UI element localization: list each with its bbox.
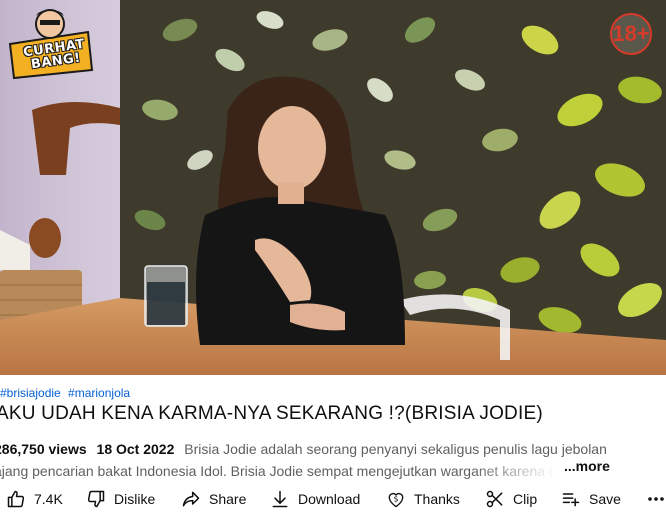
like-count: 7.4K	[34, 491, 63, 507]
vertical-dots-icon[interactable]	[646, 489, 664, 509]
channel-logo: CURHAT BANG!	[4, 4, 96, 82]
dollar-heart-icon: $	[388, 492, 404, 508]
hashtag-link[interactable]: #brisiajodie	[0, 386, 61, 400]
description-text: ajang pencarian bakat Indonesia Idol. Br…	[0, 463, 556, 479]
share-arrow-icon	[182, 491, 200, 507]
view-count: 286,750 views	[0, 441, 87, 457]
video-title: AKU UDAH KENA KARMA-NYA SEKARANG !?(BRIS…	[0, 403, 543, 424]
thumbs-down-icon	[87, 490, 105, 508]
save-label: Save	[589, 491, 621, 507]
share-label: Share	[209, 491, 247, 507]
download-button[interactable]: Download	[270, 486, 360, 512]
dislike-button[interactable]: Dislike	[86, 486, 155, 512]
hashtag-list: #brisiajodie #marionjola	[0, 386, 134, 400]
upload-date: 18 Oct 2022	[96, 441, 175, 457]
hashtag-link[interactable]: #marionjola	[68, 386, 130, 400]
age-rating-badge: 18+	[610, 13, 652, 55]
share-button[interactable]: Share	[181, 486, 246, 512]
video-frame	[0, 0, 666, 375]
svg-text:$: $	[394, 495, 399, 504]
show-more-button[interactable]: ...more	[560, 458, 610, 474]
clip-button[interactable]: Clip	[485, 486, 537, 512]
dislike-label: Dislike	[114, 491, 156, 507]
like-button[interactable]: 7.4K	[6, 486, 63, 512]
thumbs-up-icon	[7, 490, 25, 508]
playlist-add-icon	[562, 493, 580, 507]
thanks-button[interactable]: $ Thanks	[386, 486, 460, 512]
download-label: Download	[298, 491, 361, 507]
save-button[interactable]: Save	[561, 486, 621, 512]
download-icon	[272, 490, 288, 508]
thanks-label: Thanks	[414, 491, 460, 507]
clip-label: Clip	[513, 491, 538, 507]
description-text: Brisia Jodie adalah seorang penyanyi sek…	[184, 441, 607, 457]
video-player[interactable]: CURHAT BANG! 18+	[0, 0, 666, 375]
video-description[interactable]: 286,750 views 18 Oct 2022 Brisia Jodie a…	[0, 438, 614, 482]
action-bar: 7.4K Dislike Share Download $ Thanks Cli…	[0, 486, 666, 512]
scissors-icon	[486, 490, 503, 508]
